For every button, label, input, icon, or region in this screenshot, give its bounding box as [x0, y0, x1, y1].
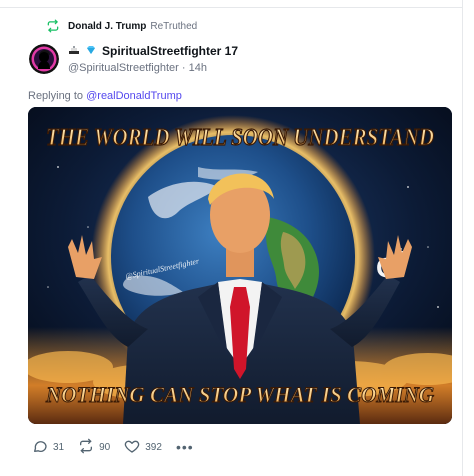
heart-icon: [124, 438, 140, 457]
top-border: [0, 0, 474, 8]
reply-prefix: Replying to: [28, 90, 84, 102]
right-border: [462, 0, 474, 476]
diamond-icon: [85, 44, 97, 59]
retruth-indicator: Donald J. Trump ReTruthed: [46, 18, 197, 34]
like-count: 392: [145, 441, 162, 453]
separator-dot: ·: [181, 62, 186, 74]
reply-button[interactable]: 31: [32, 438, 64, 457]
author-handle-line: @SpiritualStreetfighter · 14h: [68, 62, 238, 74]
reply-mention-link[interactable]: @realDonaldTrump: [86, 90, 182, 102]
author-handle[interactable]: @SpiritualStreetfighter: [68, 62, 179, 74]
post-media-image[interactable]: Q + @SpiritualStreetfighter Th: [28, 107, 452, 424]
avatar[interactable]: [29, 44, 59, 74]
retruth-button[interactable]: 90: [78, 438, 110, 457]
retruth-action-icon: [78, 438, 94, 457]
author-display-name[interactable]: SpiritualStreetfighter 17: [102, 44, 238, 58]
more-icon: •••: [175, 439, 194, 455]
more-options-button[interactable]: •••: [175, 439, 194, 455]
reply-count: 31: [53, 441, 65, 453]
ship-icon: [68, 44, 80, 59]
like-button[interactable]: 392: [124, 438, 162, 457]
action-bar: 31 90 392 •••: [32, 438, 208, 456]
media-headline: The world will soon understand: [46, 125, 434, 151]
comment-icon: [32, 438, 48, 457]
author-name-line: SpiritualStreetfighter 17: [68, 43, 238, 59]
author-block: SpiritualStreetfighter 17 @SpiritualStre…: [68, 43, 238, 74]
retruth-icon: [46, 19, 60, 33]
post-time[interactable]: 14h: [189, 62, 207, 74]
reply-context: Replying to @realDonaldTrump: [28, 90, 182, 102]
retruth-label: ReTruthed: [150, 20, 198, 32]
retruth-author-link[interactable]: Donald J. Trump: [68, 21, 146, 32]
media-caption: Nothing can stop what is coming: [45, 382, 434, 407]
retruth-count: 90: [99, 441, 111, 453]
